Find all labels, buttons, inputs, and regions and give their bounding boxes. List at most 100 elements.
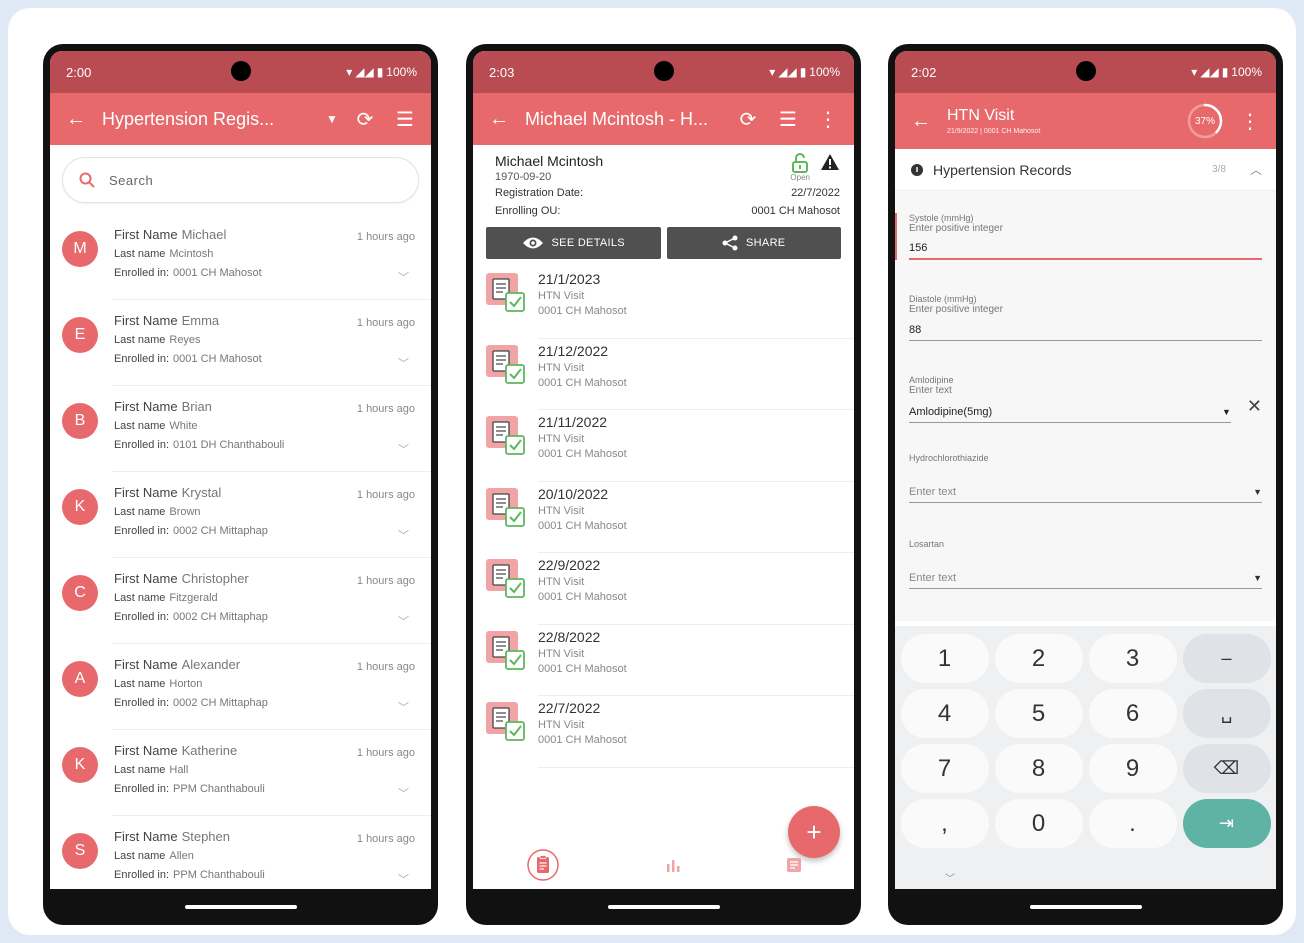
hydrochlorothiazide-select[interactable]: Enter text ▼ <box>909 481 1262 503</box>
dropdown-icon[interactable]: ▼ <box>325 105 339 133</box>
program-title[interactable]: Hypertension Regis... <box>102 109 321 130</box>
back-arrow-icon[interactable]: ← <box>62 105 90 133</box>
list-item[interactable]: C First Name Christopher Last name Fitzgeral… <box>50 557 431 643</box>
chevron-up-icon[interactable]: ︿ <box>1250 161 1262 178</box>
app-bar: ← Hypertension Regis... ▼ ⟳ ☰ <box>50 93 431 145</box>
section-header[interactable]: Hypertension Records 3/8 ︿ <box>895 149 1276 191</box>
nav-notes-icon[interactable] <box>786 857 802 873</box>
key-9[interactable]: 9 <box>1088 744 1177 793</box>
warning-icon[interactable] <box>820 153 840 171</box>
chevron-down-icon[interactable]: ﹀ <box>398 613 409 629</box>
losartan-select[interactable]: Enter text ▼ <box>909 567 1262 589</box>
event-item[interactable]: 22/8/2022 HTN Visit 0001 CH Mahosot <box>473 625 854 697</box>
home-indicator[interactable] <box>1029 905 1142 909</box>
filter-icon[interactable]: ☰ <box>774 105 802 133</box>
key-next[interactable]: ⇥ <box>1182 799 1271 848</box>
clear-icon[interactable]: ✕ <box>1247 396 1262 417</box>
key-4[interactable]: 4 <box>900 689 989 738</box>
list-item[interactable]: E First Name Emma Last name Reyes Enrolled in… <box>50 299 431 385</box>
first-name-value: Christopher <box>181 571 249 586</box>
first-name-value: Michael <box>181 227 227 242</box>
last-updated: 1 hours ago <box>356 489 415 501</box>
search-bar[interactable] <box>62 157 419 203</box>
key-backspace[interactable]: ⌫ <box>1182 744 1271 793</box>
key-1[interactable]: 1 <box>900 634 989 683</box>
home-indicator[interactable] <box>607 905 720 909</box>
key-5[interactable]: 5 <box>994 689 1083 738</box>
last-updated: 1 hours ago <box>356 833 415 845</box>
list-item[interactable]: S First Name Stephen Last name Allen Enrolled… <box>50 815 431 889</box>
chevron-down-icon[interactable]: ﹀ <box>398 871 409 887</box>
last-updated: 1 hours ago <box>356 403 415 415</box>
amlodipine-field[interactable]: Amlodipine Enter text Amlodipine(5mg) ▼ … <box>895 375 1276 423</box>
first-name-value: Krystal <box>181 485 222 500</box>
sync-icon[interactable]: ⟳ <box>734 105 762 133</box>
wifi-icon: ▾ <box>346 65 353 79</box>
list-item[interactable]: A First Name Alexander Last name Horton Enrol… <box>50 643 431 729</box>
event-item[interactable]: 21/12/2022 HTN Visit 0001 CH Mahosot <box>473 339 854 411</box>
sync-icon[interactable]: ⟳ <box>351 105 379 133</box>
diastole-field[interactable]: Diastole (mmHg) Enter positive integer 8… <box>895 294 1276 341</box>
enrolled-value: 0101 DH Chanthabouli <box>173 438 285 451</box>
chevron-down-icon[interactable]: ﹀ <box>398 527 409 543</box>
key-7[interactable]: 7 <box>900 744 989 793</box>
event-item[interactable]: 22/7/2022 HTN Visit 0001 CH Mahosot <box>473 696 854 768</box>
losartan-field[interactable]: Losartan Enter text ▼ <box>895 539 1276 589</box>
diastole-input[interactable]: 88 <box>909 319 1262 341</box>
enrolled-row: Enrolled in: PPM Chanthabouli <box>114 865 415 884</box>
chevron-down-icon[interactable]: ﹀ <box>398 269 409 285</box>
key-3[interactable]: 3 <box>1088 634 1177 683</box>
home-indicator[interactable] <box>184 905 297 909</box>
list-item[interactable]: K First Name Katherine Last name Hall Enrolle… <box>50 729 431 815</box>
key-6[interactable]: 6 <box>1088 689 1177 738</box>
systole-field[interactable]: Systole (mmHg) Enter positive integer 15… <box>895 213 1276 260</box>
share-button[interactable]: SHARE <box>666 227 841 259</box>
key-space[interactable]: ␣ <box>1182 689 1271 738</box>
key-8[interactable]: 8 <box>994 744 1083 793</box>
event-item[interactable]: 21/1/2023 HTN Visit 0001 CH Mahosot <box>473 267 854 339</box>
filter-icon[interactable]: ☰ <box>391 105 419 133</box>
numeric-keypad: 1 2 3– 4 5 6 ␣ 7 8 9 ⌫, 0. ⇥ ﹀ <box>895 626 1276 889</box>
event-item[interactable]: 21/11/2022 HTN Visit 0001 CH Mahosot <box>473 410 854 482</box>
status-time: 2:02 <box>911 64 937 80</box>
list-item[interactable]: K First Name Krystal Last name Brown Enrolled… <box>50 471 431 557</box>
event-body: 21/11/2022 HTN Visit 0001 CH Mahosot <box>538 414 627 482</box>
app-bar: ← Michael Mcintosh - H... ⟳ ☰ ⋮ <box>473 93 854 145</box>
keypad-row: 1 2 3– <box>899 634 1272 683</box>
back-arrow-icon[interactable]: ← <box>485 105 513 133</box>
key-period[interactable]: . <box>1088 799 1177 848</box>
key-comma[interactable]: , <box>900 799 989 848</box>
event-form-icon <box>486 416 528 458</box>
section-title: Hypertension Records <box>933 161 1072 178</box>
chevron-down-icon[interactable]: ﹀ <box>398 785 409 801</box>
more-vert-icon[interactable]: ⋮ <box>814 105 842 133</box>
list-item[interactable]: M First Name Michael Last name Mcintosh Enrol… <box>50 213 431 299</box>
avatar: M <box>62 231 98 267</box>
keyboard-hide-icon[interactable]: ﹀ <box>945 870 955 885</box>
nav-events-icon[interactable] <box>526 848 560 882</box>
chevron-down-icon[interactable]: ﹀ <box>398 355 409 371</box>
key-0[interactable]: 0 <box>994 799 1083 848</box>
dropdown-arrow-icon: ▼ <box>1253 486 1262 497</box>
more-vert-icon[interactable]: ⋮ <box>1236 107 1264 135</box>
event-item[interactable]: 20/10/2022 HTN Visit 0001 CH Mahosot <box>473 482 854 554</box>
chevron-down-icon[interactable]: ﹀ <box>398 699 409 715</box>
key-2[interactable]: 2 <box>994 634 1083 683</box>
key-minus[interactable]: – <box>1182 634 1271 683</box>
search-input[interactable] <box>109 172 369 188</box>
see-details-button[interactable]: SEE DETAILS <box>486 227 661 259</box>
event-item[interactable]: 22/9/2022 HTN Visit 0001 CH Mahosot <box>473 553 854 625</box>
nav-analytics-icon[interactable] <box>665 858 681 872</box>
hydrochlorothiazide-field[interactable]: Hydrochlorothiazide Enter text ▼ <box>895 453 1276 503</box>
systole-input[interactable]: 156 <box>909 238 1262 260</box>
chevron-down-icon[interactable]: ﹀ <box>398 441 409 457</box>
canvas: 2:00 ▾ ◢◢ ▮ 100% ← Hypertension Regis...… <box>8 8 1296 935</box>
registration-label: Registration Date: <box>495 187 584 199</box>
amlodipine-select[interactable]: Amlodipine(5mg) ▼ <box>909 401 1231 423</box>
keypad-row: 7 8 9 ⌫ <box>899 744 1272 793</box>
first-name-label: First Name <box>114 399 178 414</box>
enrolled-label: Enrolled in: <box>114 610 170 623</box>
enrollment-status[interactable]: Open <box>790 153 810 182</box>
list-item[interactable]: B First Name Brian Last name White Enrolled i… <box>50 385 431 471</box>
back-arrow-icon[interactable]: ← <box>907 107 935 135</box>
